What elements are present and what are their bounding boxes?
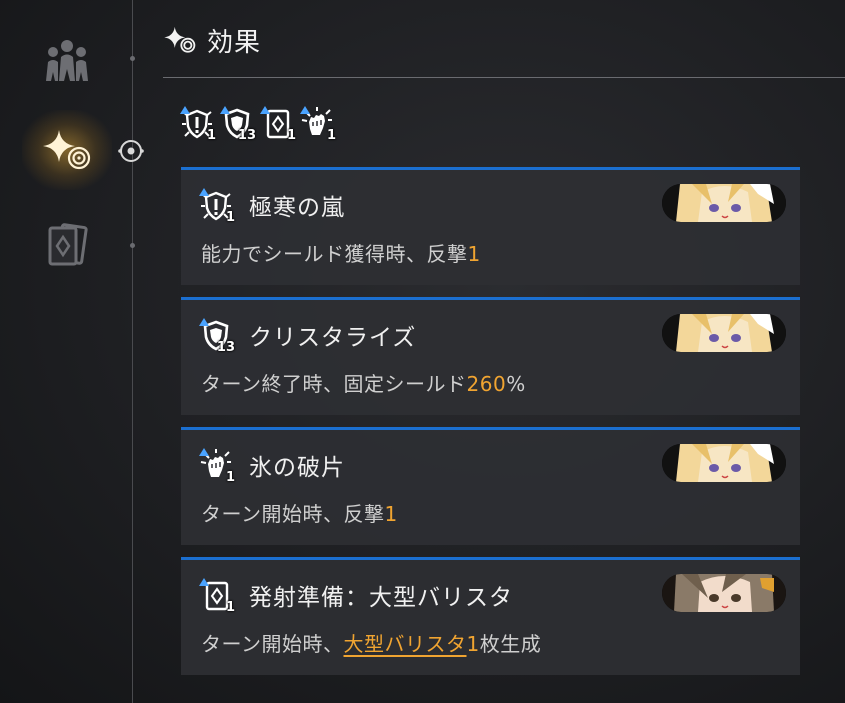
effect-icon: 13: [199, 318, 235, 355]
effect-card[interactable]: 13 クリスタライズ ターン終了時、固定シールド260%: [181, 297, 800, 415]
effect-icon: 1: [199, 448, 235, 485]
effect-icon: 1: [199, 188, 235, 225]
nav-party-button[interactable]: [22, 20, 112, 100]
effect-description: 能力でシールド獲得時、反撃1: [201, 242, 481, 266]
effect-title: 氷の破片: [249, 455, 345, 481]
up-arrow-icon: [199, 448, 209, 456]
character-portrait: [662, 314, 786, 352]
sparkle-icon: [164, 26, 196, 53]
up-arrow-icon: [199, 318, 209, 326]
stack-count: 1: [326, 128, 336, 143]
effect-title: クリスタライズ: [249, 325, 417, 351]
header-divider: [163, 77, 845, 78]
stack-count: 13: [216, 340, 235, 355]
stack-count: 13: [237, 128, 256, 143]
stack-count: 1: [225, 210, 235, 225]
stack-count: 1: [206, 128, 216, 143]
up-arrow-icon: [220, 106, 230, 114]
rail-dot: [130, 56, 135, 61]
effect-summary-row: 1 13 1 1: [180, 106, 336, 143]
summary-effect[interactable]: 1: [180, 106, 216, 143]
effect-card[interactable]: 1 氷の破片 ターン開始時、反撃1: [181, 427, 800, 545]
stack-count: 1: [225, 600, 235, 615]
effect-title: 発射準備：大型バリスタ: [249, 585, 513, 611]
page-title: 効果: [207, 27, 262, 58]
up-arrow-icon: [260, 106, 270, 114]
effect-icon: 1: [199, 578, 235, 615]
section-header: 効果: [163, 18, 261, 62]
nav-cards-button[interactable]: [22, 205, 112, 285]
active-marker-icon: [118, 140, 144, 162]
effect-card[interactable]: 1 発射準備：大型バリスタ ターン開始時、大型バリスタ1枚生成: [181, 557, 800, 675]
stack-count: 1: [225, 470, 235, 485]
effect-title: 極寒の嵐: [249, 195, 345, 221]
up-arrow-icon: [199, 578, 209, 586]
card-icon: [48, 223, 88, 266]
effect-description: ターン開始時、大型バリスタ1枚生成: [201, 632, 542, 656]
summary-effect[interactable]: 1: [260, 106, 296, 143]
side-rail: [0, 0, 144, 703]
effect-description: ターン開始時、反撃1: [201, 502, 398, 526]
card-link[interactable]: 大型バリスタ: [344, 632, 467, 656]
up-arrow-icon: [180, 106, 190, 114]
sparkle-icon: [43, 130, 91, 170]
character-portrait: [662, 574, 786, 612]
rail-dot: [130, 243, 135, 248]
effect-card[interactable]: 1 極寒の嵐 能力でシールド獲得時、反撃1: [181, 167, 800, 285]
summary-effect[interactable]: 1: [300, 106, 336, 143]
stack-count: 1: [286, 128, 296, 143]
rail-divider: [132, 0, 133, 703]
character-portrait: [662, 444, 786, 482]
effect-description: ターン終了時、固定シールド260%: [201, 372, 526, 396]
summary-effect[interactable]: 13: [220, 106, 256, 143]
nav-effects-button[interactable]: [22, 110, 112, 190]
up-arrow-icon: [300, 106, 310, 114]
up-arrow-icon: [199, 188, 209, 196]
character-portrait: [662, 184, 786, 222]
party-icon: [46, 40, 88, 81]
